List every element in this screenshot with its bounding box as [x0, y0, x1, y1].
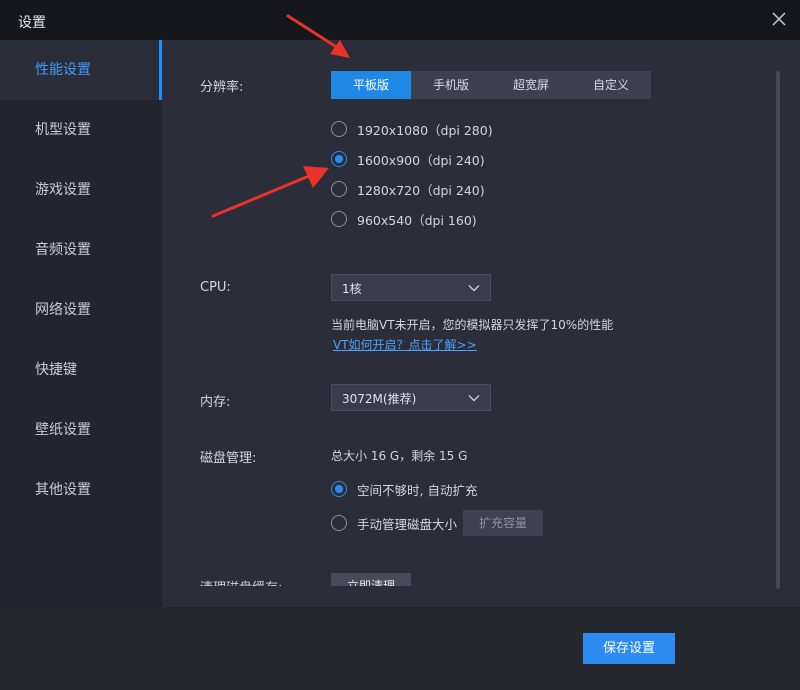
resolution-label: 分辨率: [200, 80, 244, 95]
resolution-option-label: 1600x900（dpi 240) [357, 152, 485, 168]
disk-option-label: 手动管理磁盘大小 [357, 516, 458, 532]
chevron-down-icon [468, 395, 480, 402]
content-scrollbar[interactable] [776, 71, 780, 589]
memory-select-value: 3072M(推荐) [342, 392, 417, 406]
sidebar-item-other[interactable]: 其他设置 [0, 460, 162, 520]
radio-button[interactable] [331, 121, 347, 137]
expand-capacity-button[interactable]: 扩充容量 [463, 510, 543, 536]
resolution-option-960[interactable]: 960x540（dpi 160) [331, 210, 477, 228]
memory-label: 内存: [200, 395, 231, 410]
chevron-down-icon [468, 285, 480, 292]
tab-custom[interactable]: 自定义 [571, 71, 651, 99]
resolution-option-1920[interactable]: 1920x1080（dpi 280) [331, 120, 493, 138]
sidebar-item-game[interactable]: 游戏设置 [0, 160, 162, 220]
title-bar: 设置 [0, 0, 800, 40]
window-title: 设置 [18, 15, 46, 31]
resolution-option-label: 1280x720（dpi 240) [357, 182, 485, 198]
disk-option-label: 空间不够时, 自动扩充 [357, 482, 478, 498]
cache-row-clip: 清理磁盘缓存: 立即清理 [162, 568, 776, 586]
sidebar-item-wallpaper[interactable]: 壁纸设置 [0, 400, 162, 460]
sidebar-item-performance[interactable]: 性能设置 [0, 40, 162, 100]
radio-button-checked[interactable] [331, 481, 347, 497]
cache-label: 清理磁盘缓存: [200, 577, 282, 586]
resolution-option-1280[interactable]: 1280x720（dpi 240) [331, 180, 485, 198]
radio-button[interactable] [331, 515, 347, 531]
resolution-option-label: 960x540（dpi 160) [357, 212, 477, 228]
sidebar-item-network[interactable]: 网络设置 [0, 280, 162, 340]
cpu-label: CPU: [200, 280, 231, 295]
tab-tablet[interactable]: 平板版 [331, 71, 411, 99]
disk-summary: 总大小 16 G，剩余 15 G [331, 449, 468, 463]
clear-cache-button[interactable]: 立即清理 [331, 573, 411, 586]
resolution-option-1600[interactable]: 1600x900（dpi 240) [331, 150, 485, 168]
resolution-option-label: 1920x1080（dpi 280) [357, 122, 493, 138]
dialog-footer [0, 607, 800, 690]
close-icon[interactable] [768, 8, 790, 30]
tab-ultrawide[interactable]: 超宽屏 [491, 71, 571, 99]
radio-button[interactable] [331, 181, 347, 197]
disk-label: 磁盘管理: [200, 451, 257, 466]
sidebar-item-shortcuts[interactable]: 快捷键 [0, 340, 162, 400]
tab-phone[interactable]: 手机版 [411, 71, 491, 99]
resolution-mode-tabs: 平板版 手机版 超宽屏 自定义 [331, 71, 651, 99]
settings-sidebar: 性能设置 机型设置 游戏设置 音频设置 网络设置 快捷键 壁纸设置 其他设置 [0, 40, 162, 607]
cpu-select-value: 1核 [342, 282, 362, 296]
memory-select[interactable]: 3072M(推荐) [331, 384, 491, 411]
disk-option-auto[interactable]: 空间不够时, 自动扩充 [331, 480, 477, 498]
cpu-select[interactable]: 1核 [331, 274, 491, 301]
sidebar-item-model[interactable]: 机型设置 [0, 100, 162, 160]
radio-button[interactable] [331, 211, 347, 227]
sidebar-item-audio[interactable]: 音频设置 [0, 220, 162, 280]
save-button[interactable]: 保存设置 [583, 633, 675, 664]
disk-option-manual[interactable]: 手动管理磁盘大小 [331, 514, 457, 532]
vt-help-link[interactable]: VT如何开启？点击了解>> [333, 336, 477, 353]
radio-button-checked[interactable] [331, 151, 347, 167]
vt-status-note: 当前电脑VT未开启，您的模拟器只发挥了10%的性能 [331, 318, 614, 332]
